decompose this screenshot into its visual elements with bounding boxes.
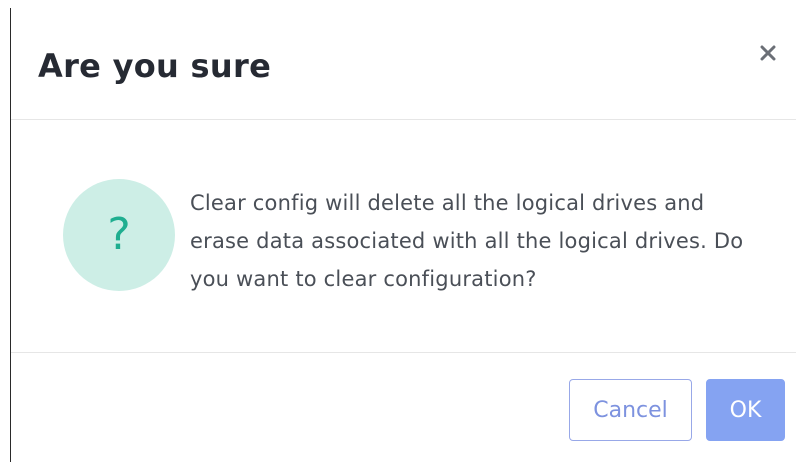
dialog-header: Are you sure: [11, 8, 796, 120]
dialog-body: ? Clear config will delete all the logic…: [11, 120, 796, 353]
cancel-button[interactable]: Cancel: [569, 379, 692, 441]
confirm-dialog: Are you sure ? Clear config will delete …: [10, 8, 796, 462]
backdrop: [0, 0, 796, 8]
question-mark-glyph: ?: [107, 209, 131, 260]
close-icon: [760, 45, 776, 61]
dialog-message: Clear config will delete all the logical…: [190, 191, 744, 291]
dialog-footer: Cancel OK: [11, 353, 796, 462]
dialog-title: Are you sure: [38, 47, 272, 85]
question-icon: ?: [63, 179, 175, 291]
close-button[interactable]: [753, 38, 783, 68]
ok-button[interactable]: OK: [706, 379, 785, 441]
